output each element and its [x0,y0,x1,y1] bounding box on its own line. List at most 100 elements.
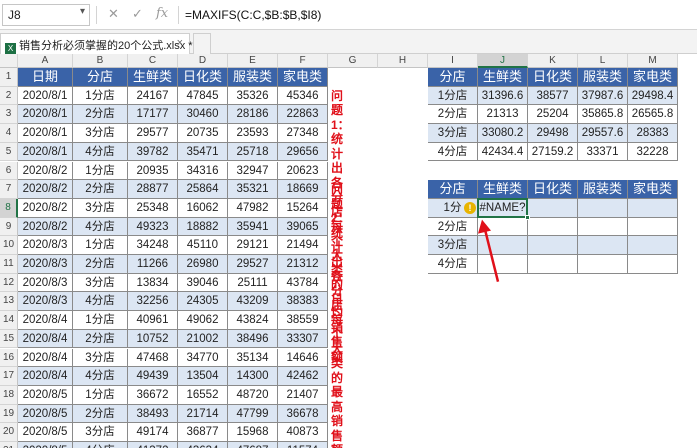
table-cell[interactable]: 4分店 [73,142,128,162]
table-cell[interactable]: 2020/8/3 [18,292,73,312]
row-header-13[interactable]: 13 [0,292,18,312]
row-header-14[interactable]: 14 [0,311,18,330]
column-header-a[interactable]: A [18,54,73,68]
table-cell[interactable]: 3分店 [73,124,128,143]
table-cell[interactable]: 14300 [228,367,278,386]
row-header-6[interactable]: 6 [0,161,18,181]
table-cell[interactable] [528,236,578,255]
table-cell[interactable]: 1分店 [428,86,478,106]
table-header-cell[interactable]: 日化类 [178,68,228,87]
table-cell[interactable]: 2分店 [428,217,478,237]
table-cell[interactable]: 35941 [228,217,278,237]
table-cell[interactable]: 2020/8/5 [18,423,73,442]
row-header-1[interactable]: 1 [0,68,18,87]
table-header-cell[interactable]: 日期 [18,68,73,87]
close-icon[interactable]: × [177,37,183,49]
table-cell[interactable]: 48720 [228,385,278,405]
table-cell[interactable]: 39065 [278,217,328,237]
table-cell[interactable]: 38577 [528,86,578,106]
table-cell[interactable]: 2020/8/5 [18,442,73,448]
table-cell[interactable]: 1分店 [73,311,128,330]
table-cell[interactable]: 3分店 [73,273,128,293]
table-cell[interactable]: 28877 [128,180,178,199]
table-cell[interactable]: 4分店 [73,367,128,386]
table-cell[interactable]: 41372 [128,442,178,448]
table-cell[interactable]: 15264 [278,198,328,218]
fill-handle[interactable] [525,214,530,220]
table-cell[interactable] [578,255,628,274]
table-cell[interactable]: 2020/8/1 [18,105,73,125]
table-cell[interactable]: 29527 [228,255,278,274]
checkmark-icon[interactable]: ✓ [132,6,143,22]
table-cell[interactable]: 45110 [178,236,228,255]
table-cell[interactable]: 2020/8/4 [18,348,73,368]
table-cell[interactable]: 2020/8/2 [18,180,73,199]
table-cell[interactable]: 2020/8/4 [18,329,73,349]
table-cell[interactable]: #NAME? [478,198,528,218]
table-cell[interactable] [628,217,678,237]
table-cell[interactable] [628,255,678,274]
column-header-b[interactable]: B [73,54,128,68]
table-cell[interactable]: 35865.8 [578,105,628,125]
table-header-cell[interactable]: 生鲜类 [478,180,528,199]
column-header-e[interactable]: E [228,54,278,68]
table-cell[interactable]: 47799 [228,404,278,424]
table-cell[interactable] [478,217,528,237]
column-header-j[interactable]: J [478,54,528,68]
table-cell[interactable]: 27348 [278,124,328,143]
table-cell[interactable]: 25718 [228,142,278,162]
table-header-cell[interactable]: 家电类 [628,68,678,87]
table-cell[interactable]: 34316 [178,161,228,181]
table-cell[interactable]: 21407 [278,385,328,405]
select-all-corner[interactable] [0,54,18,68]
table-cell[interactable]: 2分店 [73,255,128,274]
table-cell[interactable]: 4分店 [428,142,478,162]
table-cell[interactable]: 29498.4 [628,86,678,106]
table-cell[interactable] [528,217,578,237]
table-cell[interactable]: 29498 [528,124,578,143]
row-header-16[interactable]: 16 [0,348,18,368]
table-cell[interactable]: 2020/8/1 [18,124,73,143]
table-cell[interactable]: 2020/8/4 [18,311,73,330]
name-box[interactable]: J8 ▾ [2,4,90,26]
table-cell[interactable]: 32947 [228,161,278,181]
table-cell[interactable]: 27159.2 [528,142,578,162]
row-header-17[interactable]: 17 [0,367,18,386]
table-cell[interactable]: 38493 [128,404,178,424]
table-cell[interactable]: 1分店 [73,236,128,255]
row-header-5[interactable]: 5 [0,142,18,162]
table-cell[interactable]: 16552 [178,385,228,405]
row-header-4[interactable]: 4 [0,124,18,143]
table-cell[interactable] [478,255,528,274]
table-cell[interactable]: 36678 [278,404,328,424]
table-cell[interactable]: 33080.2 [478,124,528,143]
table-header-cell[interactable]: 家电类 [278,68,328,87]
table-cell[interactable] [528,198,578,218]
table-header-cell[interactable]: 服装类 [578,180,628,199]
table-cell[interactable]: 21002 [178,329,228,349]
table-cell[interactable]: 43784 [278,273,328,293]
table-cell[interactable]: 47468 [128,348,178,368]
table-cell[interactable]: 2020/8/1 [18,142,73,162]
table-cell[interactable]: 32228 [628,142,678,162]
table-cell[interactable]: 20623 [278,161,328,181]
table-cell[interactable]: 49062 [178,311,228,330]
table-cell[interactable]: 4分店 [428,255,478,274]
table-cell[interactable] [478,236,528,255]
table-cell[interactable]: 1分店 [73,385,128,405]
table-header-cell[interactable]: 日化类 [528,68,578,87]
formula-input[interactable]: =MAXIFS(C:C,$B:$B,$I8) [185,8,321,22]
table-cell[interactable]: 18882 [178,217,228,237]
table-cell[interactable]: 32256 [128,292,178,312]
table-cell[interactable]: 15968 [228,423,278,442]
table-cell[interactable]: 24305 [178,292,228,312]
table-cell[interactable]: 40873 [278,423,328,442]
table-cell[interactable]: 22863 [278,105,328,125]
table-header-cell[interactable]: 分店 [73,68,128,87]
table-cell[interactable]: 2020/8/5 [18,385,73,405]
table-cell[interactable]: 2020/8/3 [18,255,73,274]
table-cell[interactable]: 35134 [228,348,278,368]
table-cell[interactable]: 35326 [228,86,278,106]
table-cell[interactable]: 38559 [278,311,328,330]
table-cell[interactable]: 18669 [278,180,328,199]
